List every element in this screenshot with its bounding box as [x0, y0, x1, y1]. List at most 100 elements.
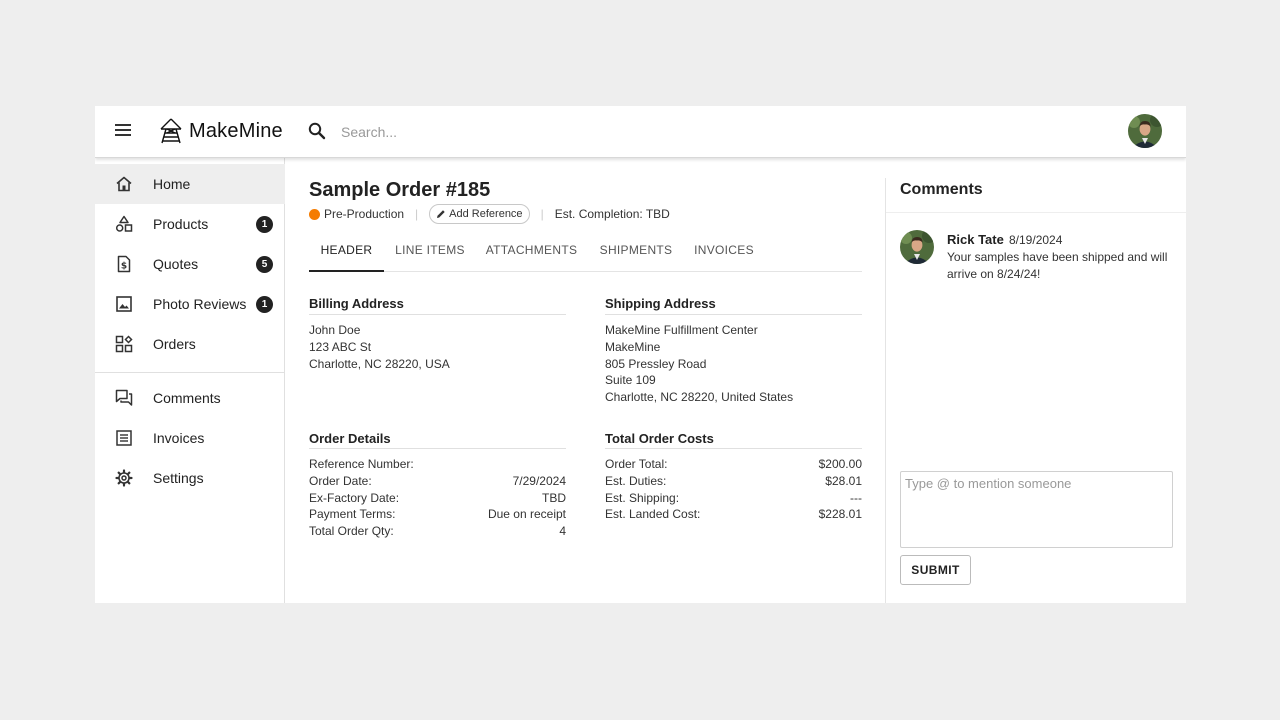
add-reference-button[interactable]: Add Reference [429, 204, 530, 224]
sidebar-item-quotes[interactable]: $ Quotes 5 [95, 244, 285, 284]
sidebar-item-home[interactable]: Home [95, 164, 285, 204]
status-label: Pre-Production [324, 207, 405, 221]
shipping-line: MakeMine [605, 340, 661, 354]
sidebar-item-label: Settings [153, 470, 204, 486]
cost-label: Est. Landed Cost: [605, 507, 701, 521]
sidebar-item-label: Home [153, 176, 191, 192]
comments-panel: Comments Rick Tate 8/19/2024 Your sample… [885, 178, 1186, 603]
billing-line: John Doe [309, 323, 361, 337]
cost-value: $228.01 [818, 507, 862, 521]
gear-icon [115, 469, 133, 487]
order-details-title: Order Details [309, 431, 391, 446]
cost-label: Order Total: [605, 457, 668, 471]
detail-label: Payment Terms: [309, 507, 396, 521]
total-costs-title: Total Order Costs [605, 431, 714, 446]
separator: | [415, 207, 419, 221]
order-status-row: Pre-Production | Add Reference | Est. Co… [309, 204, 670, 224]
order-tabs: HEADER LINE ITEMS ATTACHMENTS SHIPMENTS … [309, 238, 862, 272]
cost-value: --- [850, 491, 862, 505]
tab-shipments[interactable]: SHIPMENTS [594, 238, 678, 272]
sidebar: Home Products 1 $ Quotes 5 Photo Reviews… [95, 158, 285, 603]
shipping-line: Charlotte, NC 28220, United States [605, 390, 794, 404]
billing-address-title: Billing Address [309, 296, 404, 311]
detail-row: Order Date: 7/29/2024 [309, 474, 566, 490]
sidebar-item-label: Products [153, 216, 209, 232]
logo[interactable]: MakeMine [157, 116, 283, 146]
add-reference-label: Add Reference [449, 208, 523, 220]
separator: | [540, 207, 544, 221]
dollar-document-icon: $ [117, 255, 131, 273]
receipt-icon [116, 430, 132, 446]
shipping-line: MakeMine Fulfillment Center [605, 323, 758, 337]
cost-row: Order Total: $200.00 [605, 457, 862, 473]
submit-button[interactable]: SUBMIT [900, 555, 971, 585]
sidebar-item-settings[interactable]: Settings [95, 458, 285, 498]
detail-label: Reference Number: [309, 457, 414, 471]
billing-line: 123 ABC St [309, 340, 372, 354]
cost-value: $200.00 [818, 457, 862, 471]
search-input[interactable] [341, 120, 841, 144]
est-completion: Est. Completion: TBD [554, 207, 670, 221]
sidebar-item-label: Invoices [153, 430, 205, 446]
section-divider [605, 448, 862, 449]
comment-date: 8/19/2024 [1009, 233, 1063, 247]
cost-label: Est. Shipping: [605, 491, 680, 505]
comment-input[interactable] [900, 471, 1173, 548]
home-icon [116, 176, 132, 192]
comment-avatar [900, 230, 934, 264]
shipping-line: Suite 109 [605, 373, 656, 387]
section-divider [309, 314, 566, 315]
cost-value: $28.01 [825, 474, 862, 488]
billing-line: Charlotte, NC 28220, USA [309, 357, 450, 371]
order-main: Sample Order #185 Pre-Production | Add R… [285, 158, 885, 603]
tab-invoices[interactable]: INVOICES [689, 238, 759, 272]
grid-plus-icon [115, 335, 133, 353]
tab-attachments[interactable]: ATTACHMENTS [481, 238, 582, 272]
sidebar-item-label: Orders [153, 336, 196, 352]
sidebar-item-invoices[interactable]: Invoices [95, 418, 285, 458]
detail-label: Ex-Factory Date: [309, 491, 400, 505]
sidebar-item-label: Photo Reviews [153, 296, 247, 312]
detail-value: Due on receipt [487, 507, 566, 521]
sidebar-item-label: Quotes [153, 256, 199, 272]
user-avatar[interactable] [1128, 114, 1162, 148]
detail-label: Total Order Qty: [309, 524, 394, 538]
tab-line-items[interactable]: LINE ITEMS [387, 238, 473, 272]
comment-text: Your samples have been shipped and will … [947, 250, 1168, 281]
cost-label: Est. Duties: [605, 474, 667, 488]
detail-value: TBD [542, 491, 566, 505]
sidebar-item-photo-reviews[interactable]: Photo Reviews 1 [95, 284, 285, 324]
detail-row: Ex-Factory Date: TBD [309, 491, 566, 507]
detail-row: Total Order Qty: 4 [309, 524, 566, 540]
comments-title: Comments [900, 181, 983, 198]
cost-row: Est. Duties: $28.01 [605, 474, 862, 490]
page-title: Sample Order #185 [309, 179, 491, 201]
detail-row: Payment Terms: Due on receipt [309, 507, 566, 523]
section-divider [605, 314, 862, 315]
count-badge: 1 [256, 295, 273, 313]
svg-text:$: $ [121, 262, 127, 272]
menu-icon[interactable] [114, 122, 134, 142]
sidebar-divider [95, 372, 285, 373]
tab-header[interactable]: HEADER [309, 238, 384, 272]
shipping-address-title: Shipping Address [605, 296, 716, 311]
sidebar-item-comments[interactable]: Comments [95, 378, 285, 418]
detail-label: Order Date: [309, 474, 372, 488]
detail-value: 4 [559, 524, 566, 538]
shipping-line: 805 Pressley Road [605, 357, 707, 371]
chat-icon [115, 389, 133, 406]
count-badge: 1 [256, 215, 273, 233]
section-divider [309, 448, 566, 449]
shapes-icon [115, 215, 133, 232]
app-window: MakeMine Home [95, 106, 1186, 603]
brand-name: MakeMine [189, 119, 283, 142]
image-icon [116, 296, 132, 312]
status-dot [309, 208, 320, 220]
detail-row: Reference Number: [309, 457, 566, 473]
sidebar-item-products[interactable]: Products 1 [95, 204, 285, 244]
detail-value: 7/29/2024 [512, 474, 566, 488]
sidebar-item-orders[interactable]: Orders [95, 324, 285, 364]
search-icon[interactable] [307, 121, 327, 141]
top-bar: MakeMine [95, 106, 1186, 158]
cost-row: Est. Landed Cost: $228.01 [605, 507, 862, 523]
